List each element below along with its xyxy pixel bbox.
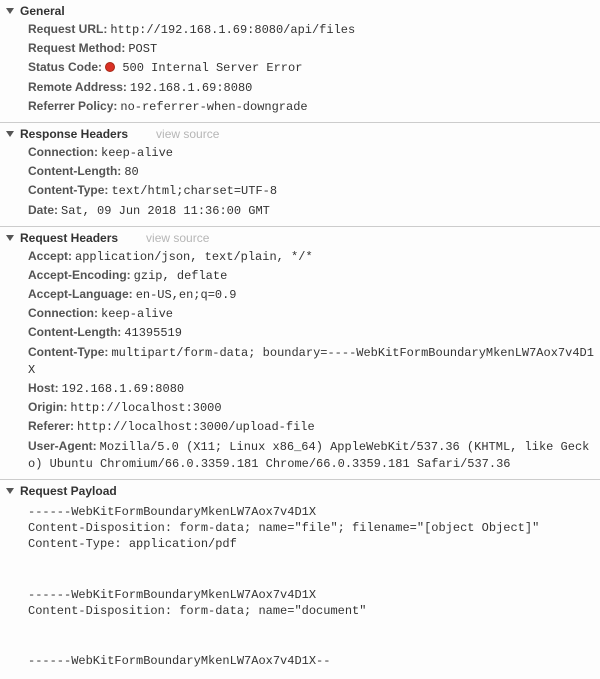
general-header[interactable]: General [0, 2, 600, 20]
header-value: http://localhost:3000 [70, 401, 221, 415]
request-headers-header[interactable]: Request Headers view source [0, 229, 600, 247]
header-key: Connection: [28, 145, 98, 159]
header-value: http://192.168.1.69:8080/api/files [110, 23, 355, 37]
view-source-link[interactable]: view source [156, 127, 219, 141]
request-headers-section: Request Headers view source Accept:appli… [0, 226, 600, 479]
header-row: Date:Sat, 09 Jun 2018 11:36:00 GMT [0, 201, 600, 220]
header-row: Accept-Encoding:gzip, deflate [0, 266, 600, 285]
header-row: Connection:keep-alive [0, 304, 600, 323]
general-title: General [20, 4, 65, 18]
header-key: Referrer Policy: [28, 99, 117, 113]
request-payload-header[interactable]: Request Payload [0, 482, 600, 500]
status-dot-icon [105, 62, 115, 72]
request-headers-list: Accept:application/json, text/plain, */*… [0, 247, 600, 473]
header-value: 41395519 [124, 326, 182, 340]
request-payload-body: ------WebKitFormBoundaryMkenLW7Aox7v4D1X… [0, 500, 600, 673]
header-key: Connection: [28, 306, 98, 320]
header-key: Accept-Encoding: [28, 268, 131, 282]
header-row: Connection:keep-alive [0, 143, 600, 162]
header-row: Host:192.168.1.69:8080 [0, 379, 600, 398]
chevron-down-icon [6, 8, 14, 14]
header-key: Host: [28, 381, 59, 395]
header-key: User-Agent: [28, 439, 97, 453]
header-value: 192.168.1.69:8080 [130, 81, 252, 95]
request-headers-title: Request Headers [20, 231, 118, 245]
chevron-down-icon [6, 488, 14, 494]
header-row: Status Code: 500 Internal Server Error [0, 58, 600, 77]
header-value: POST [128, 42, 157, 56]
header-value: text/html;charset=UTF-8 [111, 184, 277, 198]
header-value: gzip, deflate [134, 269, 228, 283]
header-value: 500 Internal Server Error [122, 61, 302, 75]
header-row: Content-Length:41395519 [0, 323, 600, 342]
response-headers-list: Connection:keep-aliveContent-Length:80Co… [0, 143, 600, 220]
header-row: Origin:http://localhost:3000 [0, 398, 600, 417]
header-value: Sat, 09 Jun 2018 11:36:00 GMT [61, 204, 270, 218]
header-value: 192.168.1.69:8080 [62, 382, 184, 396]
response-headers-header[interactable]: Response Headers view source [0, 125, 600, 143]
header-key: Status Code: [28, 60, 102, 74]
header-row: Accept-Language:en-US,en;q=0.9 [0, 285, 600, 304]
header-key: Content-Type: [28, 345, 108, 359]
header-value: Mozilla/5.0 (X11; Linux x86_64) AppleWeb… [28, 440, 589, 471]
general-section: General Request URL:http://192.168.1.69:… [0, 0, 600, 122]
header-value: en-US,en;q=0.9 [136, 288, 237, 302]
view-source-link[interactable]: view source [146, 231, 209, 245]
header-key: Remote Address: [28, 80, 127, 94]
payload-part: ------WebKitFormBoundaryMkenLW7Aox7v4D1X… [0, 583, 600, 623]
general-list: Request URL:http://192.168.1.69:8080/api… [0, 20, 600, 116]
header-row: Accept:application/json, text/plain, */* [0, 247, 600, 266]
header-row: User-Agent:Mozilla/5.0 (X11; Linux x86_6… [0, 437, 600, 473]
header-row: Content-Type:text/html;charset=UTF-8 [0, 181, 600, 200]
request-payload-section: Request Payload ------WebKitFormBoundary… [0, 479, 600, 679]
header-row: Request Method:POST [0, 39, 600, 58]
header-key: Content-Length: [28, 164, 121, 178]
payload-part: ------WebKitFormBoundaryMkenLW7Aox7v4D1X… [0, 649, 600, 673]
chevron-down-icon [6, 131, 14, 137]
header-row: Content-Type:multipart/form-data; bounda… [0, 343, 600, 379]
header-row: Referer:http://localhost:3000/upload-fil… [0, 417, 600, 436]
header-key: Accept-Language: [28, 287, 133, 301]
header-key: Request URL: [28, 22, 107, 36]
request-payload-title: Request Payload [20, 484, 117, 498]
header-value: 80 [124, 165, 138, 179]
payload-part: ------WebKitFormBoundaryMkenLW7Aox7v4D1X… [0, 500, 600, 557]
header-value: no-referrer-when-downgrade [120, 100, 307, 114]
header-key: Date: [28, 203, 58, 217]
header-value: application/json, text/plain, */* [75, 250, 313, 264]
header-key: Request Method: [28, 41, 125, 55]
header-row: Request URL:http://192.168.1.69:8080/api… [0, 20, 600, 39]
header-value: keep-alive [101, 146, 173, 160]
header-key: Origin: [28, 400, 67, 414]
header-row: Referrer Policy:no-referrer-when-downgra… [0, 97, 600, 116]
payload-gap [0, 623, 600, 649]
header-row: Remote Address:192.168.1.69:8080 [0, 78, 600, 97]
header-key: Accept: [28, 249, 72, 263]
header-value: http://localhost:3000/upload-file [77, 420, 315, 434]
header-key: Content-Length: [28, 325, 121, 339]
header-row: Content-Length:80 [0, 162, 600, 181]
header-value: keep-alive [101, 307, 173, 321]
header-value: multipart/form-data; boundary=----WebKit… [28, 346, 594, 377]
response-headers-section: Response Headers view source Connection:… [0, 122, 600, 226]
payload-gap [0, 557, 600, 583]
chevron-down-icon [6, 235, 14, 241]
response-headers-title: Response Headers [20, 127, 128, 141]
header-key: Referer: [28, 419, 74, 433]
header-key: Content-Type: [28, 183, 108, 197]
